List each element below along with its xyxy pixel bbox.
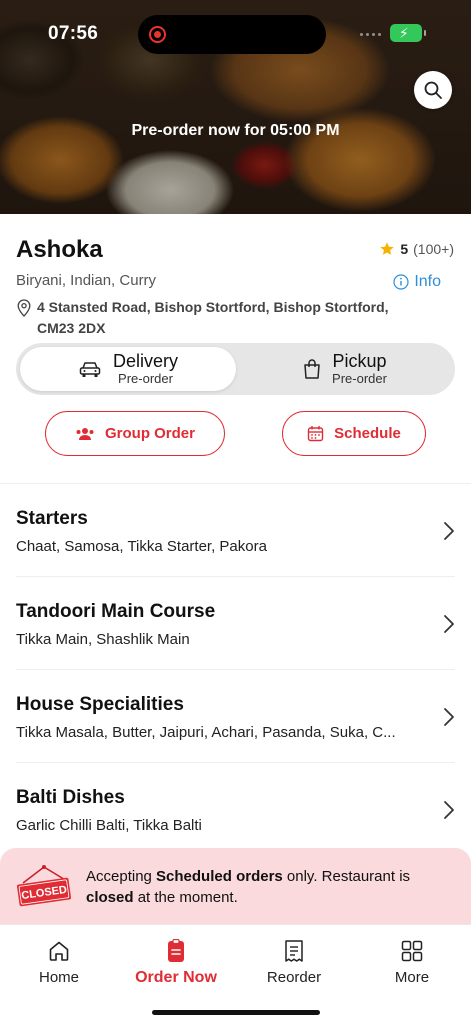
grid-icon: [401, 940, 423, 962]
nav-label: More: [394, 969, 430, 986]
pickup-label: Pickup: [332, 351, 387, 372]
bottom-navigation: Home Order Now Reorder More: [0, 924, 471, 1024]
dynamic-island: [138, 15, 326, 54]
chevron-right-icon: [444, 708, 454, 726]
category-title: Balti Dishes: [16, 787, 125, 808]
shopping-bag-icon: [304, 359, 320, 379]
closed-sign-icon: CLOSED: [16, 865, 72, 907]
schedule-button[interactable]: Schedule: [282, 411, 426, 456]
category-description: Tikka Masala, Butter, Jaipuri, Achari, P…: [16, 724, 396, 741]
category-description: Tikka Main, Shashlik Main: [16, 631, 190, 648]
nav-order-now[interactable]: Order Now: [126, 939, 226, 987]
delivery-option[interactable]: Delivery Pre-order: [20, 347, 236, 391]
address-text: 4 Stansted Road, Bishop Stortford, Bisho…: [37, 299, 389, 336]
menu-category-house-specialities[interactable]: House Specialities Tikka Masala, Butter,…: [16, 670, 471, 763]
closed-notice-banner: CLOSED Accepting Scheduled orders only. …: [0, 848, 471, 925]
battery-icon: ⚡: [390, 24, 426, 42]
pickup-sublabel: Pre-order: [332, 370, 387, 386]
rating-count: (100+): [413, 241, 454, 257]
star-icon: [380, 242, 395, 255]
nav-label: Reorder: [266, 969, 322, 986]
info-icon: [393, 274, 409, 290]
status-time: 07:56: [48, 23, 99, 44]
restaurant-name: Ashoka: [16, 236, 103, 263]
info-label: Info: [414, 273, 441, 290]
signal-icon: [360, 33, 381, 36]
cuisine-list: Biryani, Indian, Curry: [16, 272, 157, 289]
group-order-button[interactable]: Group Order: [45, 411, 225, 456]
pickup-option[interactable]: Pickup Pre-order: [239, 347, 451, 391]
calendar-icon: [307, 426, 324, 442]
preorder-banner: Pre-order now for 05:00 PM: [131, 122, 340, 139]
receipt-icon: [285, 940, 303, 962]
order-mode-toggle: Delivery Pre-order Pickup Pre-order: [16, 343, 455, 395]
search-icon: [424, 81, 442, 99]
order-icon: [168, 939, 184, 962]
search-button[interactable]: [414, 71, 452, 109]
home-icon: [49, 941, 69, 961]
category-title: House Specialities: [16, 694, 184, 715]
category-title: Tandoori Main Course: [16, 601, 216, 622]
category-description: Garlic Chilli Balti, Tikka Balti: [16, 817, 202, 834]
nav-reorder[interactable]: Reorder: [244, 939, 344, 986]
location-pin-icon: [17, 299, 31, 317]
home-indicator: [152, 1010, 320, 1015]
menu-category-tandoori[interactable]: Tandoori Main Course Tikka Main, Shashli…: [16, 577, 471, 670]
group-order-label: Group Order: [104, 425, 195, 442]
rating-value: 5: [400, 241, 409, 257]
nav-label: Order Now: [135, 969, 217, 986]
delivery-label: Delivery: [112, 351, 178, 372]
chevron-right-icon: [444, 801, 454, 819]
nav-home[interactable]: Home: [9, 939, 109, 986]
info-link[interactable]: Info: [393, 273, 441, 291]
rating: 5 (100+): [379, 241, 454, 257]
nav-more[interactable]: More: [362, 939, 462, 986]
car-icon: [79, 362, 101, 377]
menu-category-starters[interactable]: Starters Chaat, Samosa, Tikka Starter, P…: [16, 484, 471, 577]
restaurant-address: 4 Stansted Road, Bishop Stortford, Bisho…: [16, 297, 396, 339]
menu-category-balti[interactable]: Balti Dishes Garlic Chilli Balti, Tikka …: [16, 763, 471, 856]
delivery-sublabel: Pre-order: [118, 370, 173, 386]
category-description: Chaat, Samosa, Tikka Starter, Pakora: [16, 538, 267, 555]
schedule-label: Schedule: [334, 425, 401, 442]
closed-notice-text: Accepting Scheduled orders only. Restaur…: [86, 868, 411, 906]
nav-label: Home: [38, 969, 79, 986]
chevron-right-icon: [444, 615, 454, 633]
group-icon: [76, 427, 94, 440]
chevron-right-icon: [444, 522, 454, 540]
recording-icon: [149, 26, 166, 43]
category-title: Starters: [16, 508, 88, 529]
